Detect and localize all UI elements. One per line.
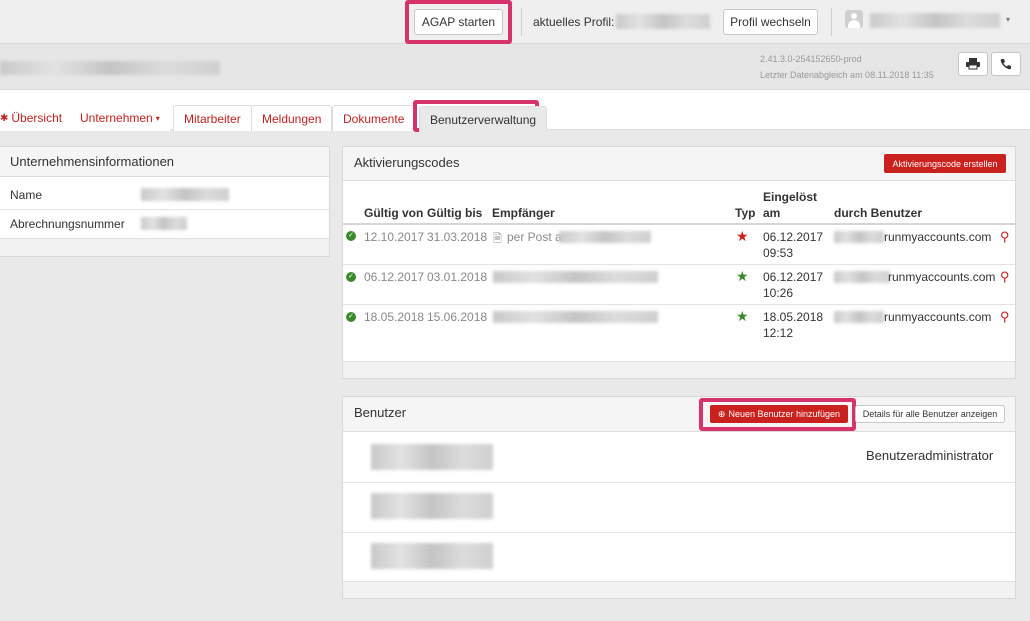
version-text: 2.41.3.0-254152650-prod: [760, 54, 862, 64]
user-name-redacted: [371, 543, 493, 569]
search-icon[interactable]: ⚲: [1000, 229, 1010, 245]
row-valid-from: 06.12.2017: [364, 270, 425, 284]
row-redeemed-date: 06.12.2017: [763, 270, 824, 284]
last-sync-text: Letzter Datenabgleich am 08.11.2018 11:3…: [760, 70, 934, 80]
print-button[interactable]: [958, 52, 988, 76]
company-info-panel: Unternehmensinformationen Name Abrechnun…: [0, 146, 330, 257]
name-label: Name: [10, 188, 43, 202]
row-recipient: per Post a: [507, 230, 562, 244]
current-profile-label: aktuelles Profil:: [533, 15, 615, 29]
add-user-button[interactable]: ⊕ Neuen Benutzer hinzufügen: [710, 405, 848, 423]
row-user: runmyaccounts.com: [884, 310, 992, 324]
company-info-title: Unternehmensinformationen: [0, 147, 329, 177]
agap-start-button[interactable]: AGAP starten: [414, 9, 503, 35]
col-type: Typ: [735, 206, 756, 220]
users-panel: Benutzer ⊕ Neuen Benutzer hinzufügen Deta…: [342, 396, 1016, 599]
tab-overview[interactable]: ✱ Übersicht: [0, 105, 73, 131]
col-valid-from: Gültig von: [364, 206, 424, 220]
row-valid-from: 12.10.2017: [364, 230, 425, 244]
document-icon: 🗎: [493, 233, 502, 245]
ok-check-icon: ✓: [346, 272, 356, 282]
switch-profile-button[interactable]: Profil wechseln: [723, 9, 818, 35]
search-icon[interactable]: ⚲: [1000, 309, 1010, 325]
type-star-icon: ★: [736, 228, 749, 244]
row-redeemed-date: 06.12.2017: [763, 230, 824, 244]
col-valid-to: Gültig bis: [427, 206, 483, 220]
col-redeemed-on: am: [763, 206, 781, 220]
col-redeemed: Eingelöst: [763, 190, 818, 204]
profile-name-redacted: [616, 14, 710, 29]
tab-company[interactable]: Unternehmen ▾: [70, 105, 170, 131]
top-bar: AGAP starten aktuelles Profil: Profil we…: [0, 0, 1030, 44]
tab-documents[interactable]: Dokumente: [332, 105, 416, 131]
company-title-redacted: [0, 61, 220, 75]
phone-button[interactable]: [991, 52, 1021, 76]
overview-icon: ✱: [0, 112, 9, 124]
recipient-redacted: [493, 311, 658, 323]
phone-icon: [1000, 59, 1011, 70]
row-user: runmyaccounts.com: [884, 230, 992, 244]
row-redeemed-time: 10:26: [763, 286, 794, 300]
user-menu-caret-icon[interactable]: ▾: [1006, 15, 1010, 24]
type-star-icon: ★: [736, 268, 749, 284]
tab-messages[interactable]: Meldungen: [251, 105, 333, 131]
chevron-down-icon: ▾: [155, 113, 160, 123]
recipient-redacted: [493, 271, 658, 283]
plus-circle-icon: ⊕: [717, 408, 726, 419]
row-valid-to: 31.03.2018: [427, 230, 488, 244]
create-activation-code-button[interactable]: Aktivierungscode erstellen: [884, 154, 1006, 173]
user-name-redacted[interactable]: [870, 13, 1000, 28]
col-by-user: durch Benutzer: [834, 206, 923, 220]
col-recipient: Empfänger: [492, 206, 555, 220]
type-star-icon: ★: [736, 308, 749, 324]
tab-user-management[interactable]: Benutzerverwaltung: [419, 106, 548, 132]
billing-number-label: Abrechnungsnummer: [10, 217, 125, 231]
user-avatar-icon[interactable]: [845, 10, 863, 28]
row-valid-from: 18.05.2018: [364, 310, 425, 324]
ok-check-icon: ✓: [346, 312, 356, 322]
tab-employees[interactable]: Mitarbeiter: [173, 105, 252, 131]
user-name-redacted: [371, 493, 493, 519]
ok-check-icon: ✓: [346, 231, 356, 241]
user-role: Benutzeradministrator: [866, 448, 994, 463]
user-name-redacted: [371, 444, 493, 470]
company-name-redacted: [141, 188, 229, 201]
search-icon[interactable]: ⚲: [1000, 269, 1010, 285]
row-redeemed-time: 12:12: [763, 326, 794, 340]
sub-header: 2.41.3.0-254152650-prod Letzter Datenabg…: [0, 44, 1030, 90]
row-redeemed-time: 09:53: [763, 246, 794, 260]
main-nav: ✱ Übersicht Unternehmen ▾ Mitarbeiter Meld…: [0, 90, 1030, 132]
row-user: runmyaccounts.com: [888, 270, 996, 284]
row-valid-to: 15.06.2018: [427, 310, 488, 324]
row-valid-to: 03.01.2018: [427, 270, 488, 284]
print-icon: [966, 58, 980, 70]
show-all-user-details-button[interactable]: Details für alle Benutzer anzeigen: [855, 405, 1005, 423]
row-redeemed-date: 18.05.2018: [763, 310, 824, 324]
activation-codes-panel: Aktivierungscodes Aktivierungscode erste…: [342, 146, 1016, 379]
billing-number-redacted: [141, 217, 187, 230]
